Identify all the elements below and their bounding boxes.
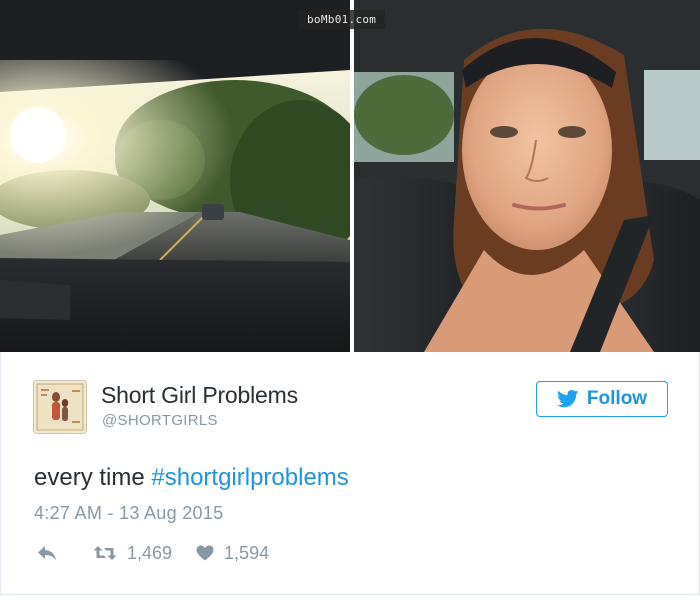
- reply-icon: [37, 545, 57, 561]
- like-button[interactable]: 1,594: [196, 543, 269, 564]
- retweet-count: 1,469: [127, 542, 173, 563]
- author-avatar[interactable]: [33, 380, 87, 434]
- follow-button[interactable]: Follow: [536, 381, 668, 417]
- watermark: boMb01.com: [298, 10, 386, 29]
- author-name[interactable]: Short Girl Problems: [101, 382, 298, 409]
- selfie-photo[interactable]: [354, 0, 700, 352]
- tweet-timestamp[interactable]: 4:27 AM - 13 Aug 2015: [34, 503, 223, 524]
- like-count: 1,594: [224, 542, 270, 563]
- tweet-text: every time #shortgirlproblems: [34, 464, 349, 492]
- tweet-text-plain: every time: [34, 464, 152, 491]
- twitter-bird-icon: [557, 390, 579, 408]
- heart-icon: [196, 545, 214, 561]
- tweet-actions: 1,469 1,594: [37, 542, 269, 564]
- author-handle[interactable]: @SHORTGIRLS: [102, 412, 218, 429]
- retweet-icon: [93, 545, 117, 561]
- photo-pair: boMb01.com: [0, 0, 700, 352]
- retweet-button[interactable]: 1,469: [93, 543, 172, 564]
- follow-label: Follow: [586, 388, 648, 409]
- tweet-embed: boMb01.com Short Girl Problems @SHORTGIR…: [0, 0, 700, 596]
- tweet-card: Short Girl Problems @SHORTGIRLS Follow e…: [0, 352, 700, 595]
- reply-button[interactable]: [37, 545, 57, 561]
- hashtag-link[interactable]: #shortgirlproblems: [151, 464, 348, 491]
- windshield-photo[interactable]: [0, 0, 350, 352]
